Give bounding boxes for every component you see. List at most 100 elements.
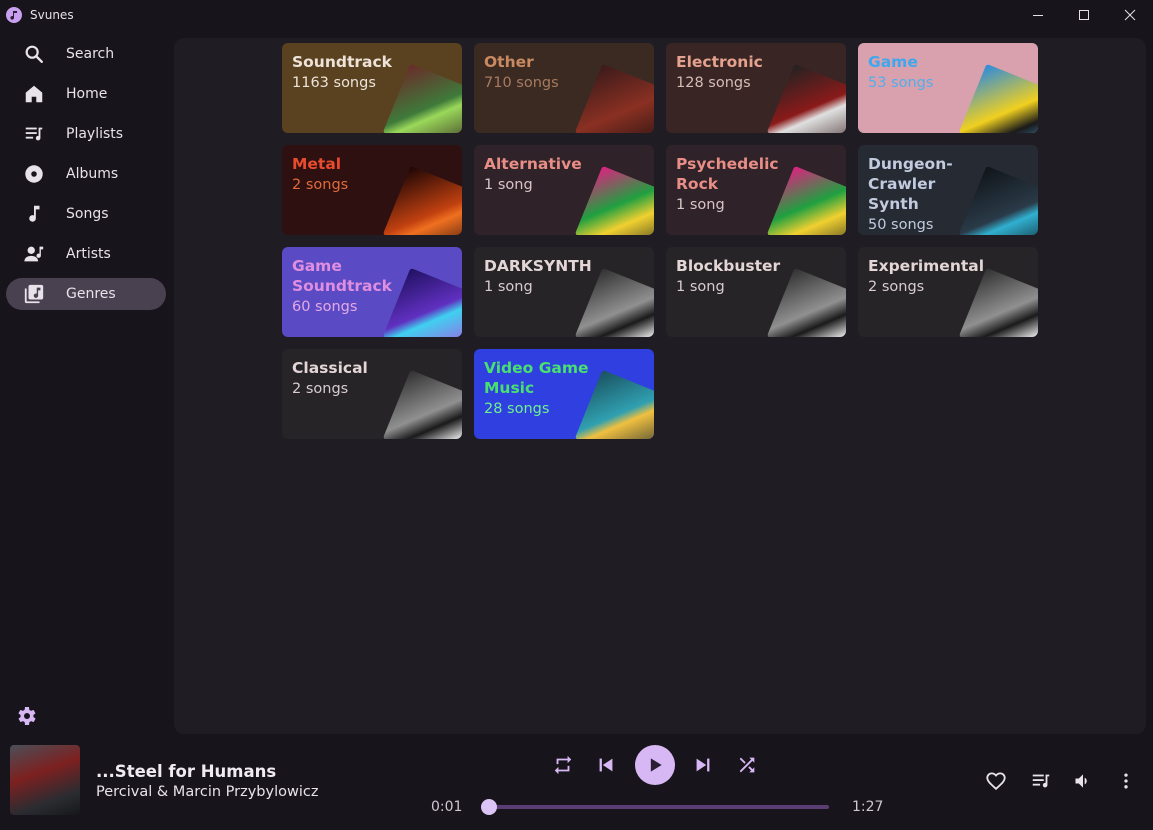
genre-name: Psychedelic Rock (676, 155, 779, 193)
search-icon (20, 40, 48, 68)
genre-text: DARKSYNTH 1 song (484, 256, 596, 298)
sidebar-item-artists[interactable]: Artists (6, 238, 166, 270)
more-vertical-icon (1124, 773, 1128, 789)
minimize-button[interactable] (1015, 0, 1061, 30)
artist-icon (20, 240, 48, 268)
album-icon (20, 160, 48, 188)
genre-song-count: 1 song (484, 177, 533, 193)
genre-text: Alternative 1 song (484, 154, 596, 196)
genre-song-count: 2 songs (292, 177, 349, 193)
genre-name: Game Soundtrack (292, 257, 392, 295)
progress-thumb[interactable] (481, 799, 498, 815)
heart-icon (986, 772, 1006, 791)
genre-song-count: 2 songs (292, 381, 349, 397)
genre-card-darksynth[interactable]: DARKSYNTH 1 song (474, 247, 654, 337)
home-icon (20, 80, 48, 108)
genre-card-classical[interactable]: Classical 2 songs (282, 349, 462, 439)
genre-card-metal[interactable]: Metal 2 songs (282, 145, 462, 235)
genre-card-soundtrack[interactable]: Soundtrack 1163 songs (282, 43, 462, 133)
genre-card-dungeon-crawler-synth[interactable]: Dungeon-Crawler Synth 50 songs (858, 145, 1038, 235)
play-button[interactable] (635, 745, 675, 785)
genre-text: Video Game Music 28 songs (484, 358, 596, 420)
genre-song-count: 60 songs (292, 299, 358, 315)
sidebar-item-label: Search (66, 46, 115, 62)
genre-name: Experimental (868, 257, 985, 275)
genre-name: Electronic (676, 53, 763, 71)
settings-button[interactable] (12, 702, 40, 730)
favorite-button[interactable] (983, 768, 1009, 794)
repeat-button[interactable] (551, 753, 575, 777)
genre-text: Dungeon-Crawler Synth 50 songs (868, 154, 980, 235)
genre-text: Soundtrack 1163 songs (292, 52, 404, 94)
genre-song-count: 50 songs (868, 217, 934, 233)
sidebar-item-home[interactable]: Home (6, 78, 166, 110)
genre-text: Other 710 songs (484, 52, 596, 94)
genre-song-count: 1 song (676, 279, 725, 295)
play-icon (650, 758, 662, 772)
genre-song-count: 1 song (484, 279, 533, 295)
more-options-button[interactable] (1113, 768, 1139, 794)
progress-bar[interactable] (485, 805, 829, 809)
music-note-icon (20, 200, 48, 228)
maximize-button[interactable] (1061, 0, 1107, 30)
genre-text: Classical 2 songs (292, 358, 404, 400)
genre-card-game-soundtrack[interactable]: Game Soundtrack 60 songs (282, 247, 462, 337)
genre-name: Other (484, 53, 534, 71)
sidebar-item-search[interactable]: Search (6, 38, 166, 70)
genre-card-alternative[interactable]: Alternative 1 song (474, 145, 654, 235)
genre-song-count: 28 songs (484, 401, 550, 417)
next-button[interactable] (691, 753, 715, 777)
genre-card-blockbuster[interactable]: Blockbuster 1 song (666, 247, 846, 337)
genre-card-experimental[interactable]: Experimental 2 songs (858, 247, 1038, 337)
genre-name: Alternative (484, 155, 582, 173)
genre-song-count: 128 songs (676, 75, 751, 91)
maximize-icon (1079, 10, 1089, 20)
genre-card-other[interactable]: Other 710 songs (474, 43, 654, 133)
genre-name: Game (868, 53, 918, 71)
close-button[interactable] (1107, 0, 1153, 30)
queue-button[interactable] (1028, 768, 1054, 794)
duration-time: 1:27 (852, 799, 884, 815)
sidebar-item-label: Albums (66, 166, 119, 182)
genre-text: Electronic 128 songs (676, 52, 788, 94)
sidebar-item-playlists[interactable]: Playlists (6, 118, 166, 150)
genre-text: Game 53 songs (868, 52, 980, 94)
shuffle-button[interactable] (735, 753, 759, 777)
title-bar: Svunes (0, 0, 1153, 30)
genre-name: Video Game Music (484, 359, 589, 397)
previous-button[interactable] (594, 753, 618, 777)
genre-song-count: 53 songs (868, 75, 934, 91)
queue-icon (1032, 774, 1050, 788)
sidebar-item-genres[interactable]: Genres (6, 278, 166, 310)
app-logo-icon (6, 7, 22, 23)
sidebar-item-songs[interactable]: Songs (6, 198, 166, 230)
genre-text: Metal 2 songs (292, 154, 404, 196)
now-playing-album-art[interactable] (10, 745, 80, 815)
skip-previous-icon (599, 758, 613, 772)
genre-grid: Soundtrack 1163 songs Other 710 songs Elec… (174, 38, 1146, 734)
elapsed-time: 0:01 (431, 799, 463, 815)
sidebar: Search Home Playlists Albums Songs Artis… (0, 30, 172, 735)
genre-card-game[interactable]: Game 53 songs (858, 43, 1038, 133)
now-playing-artist[interactable]: Percival & Marcin Przybylowicz (96, 784, 318, 800)
genre-name: Dungeon-Crawler Synth (868, 155, 953, 213)
now-playing-title[interactable]: ...Steel for Humans (96, 762, 276, 781)
close-icon (1124, 9, 1136, 21)
genres-icon (20, 280, 48, 308)
volume-icon (1075, 774, 1087, 788)
genre-name: Classical (292, 359, 368, 377)
genre-text: Game Soundtrack 60 songs (292, 256, 404, 318)
genre-card-psychedelic-rock[interactable]: Psychedelic Rock 1 song (666, 145, 846, 235)
genre-name: Soundtrack (292, 53, 392, 71)
genre-song-count: 1 song (676, 197, 725, 213)
genre-card-video-game-music[interactable]: Video Game Music 28 songs (474, 349, 654, 439)
genre-card-electronic[interactable]: Electronic 128 songs (666, 43, 846, 133)
sidebar-item-albums[interactable]: Albums (6, 158, 166, 190)
gear-icon (18, 707, 36, 725)
repeat-icon (554, 755, 572, 775)
genre-name: DARKSYNTH (484, 257, 592, 275)
genre-text: Blockbuster 1 song (676, 256, 788, 298)
genre-text: Psychedelic Rock 1 song (676, 154, 788, 216)
player-bar: ...Steel for Humans Percival & Marcin Pr… (0, 735, 1153, 830)
volume-button[interactable] (1070, 768, 1096, 794)
